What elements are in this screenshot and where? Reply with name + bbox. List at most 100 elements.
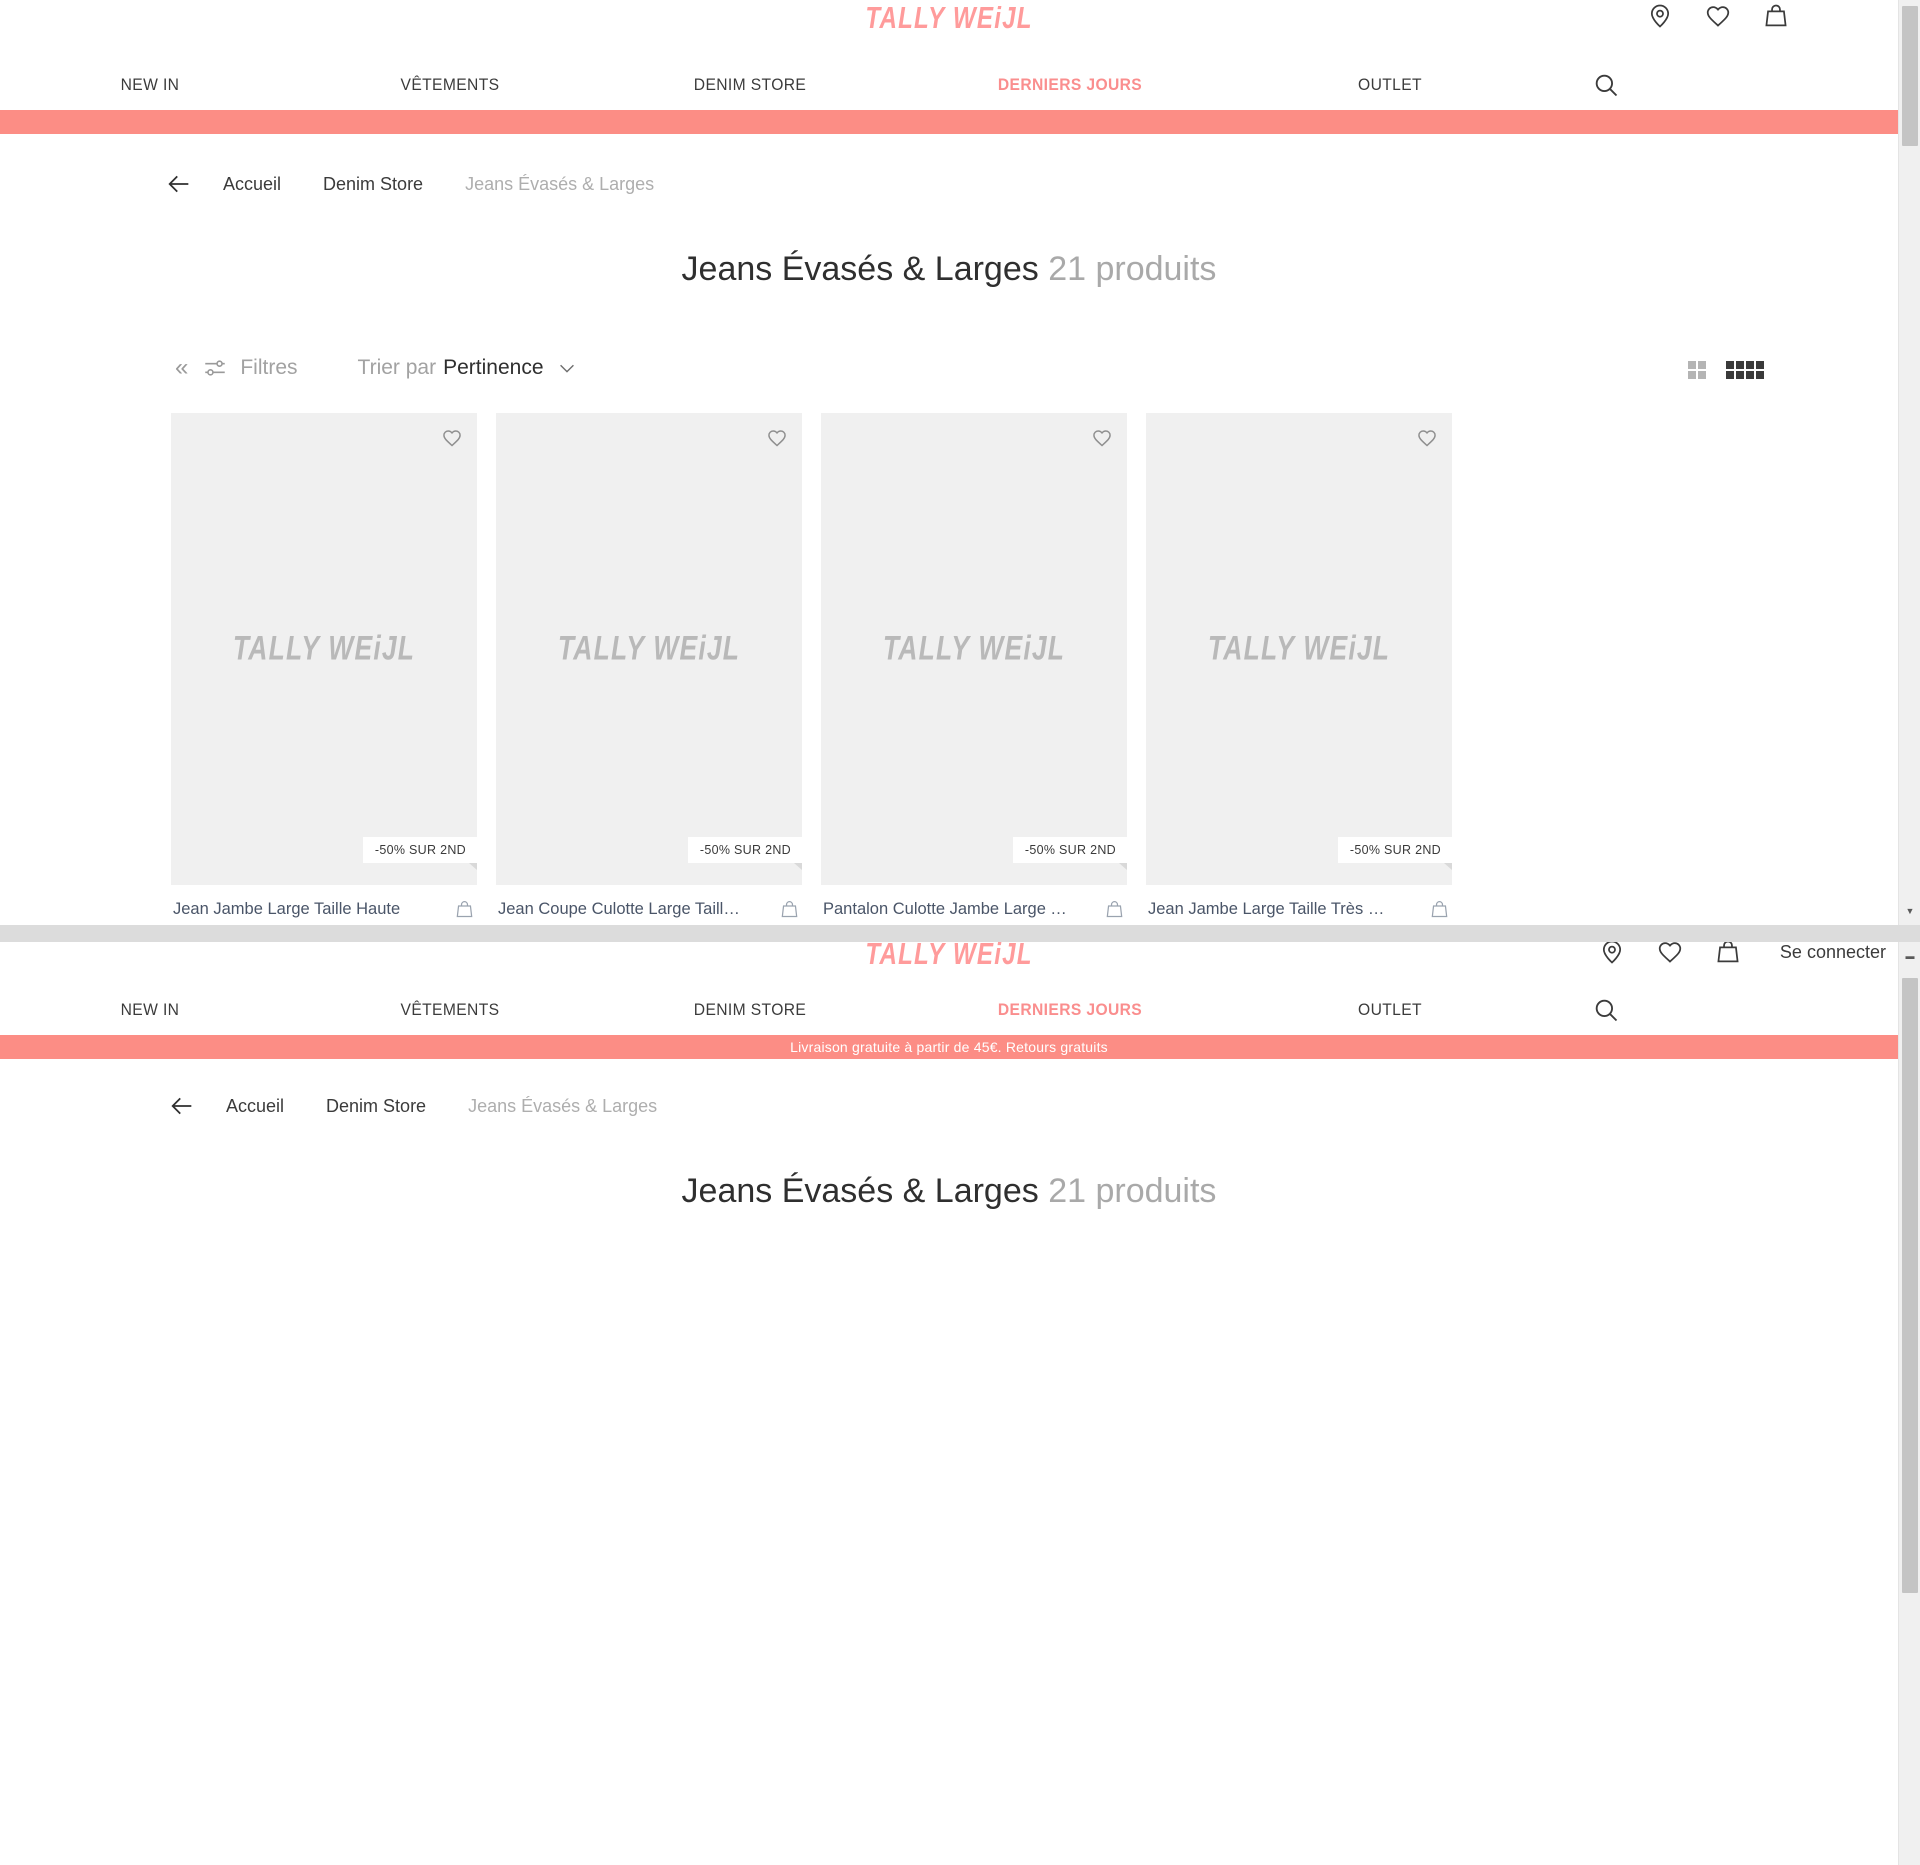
breadcrumb-item-denim-store[interactable]: Denim Store (323, 174, 423, 195)
store-locator-icon[interactable] (1646, 2, 1674, 30)
discount-badge: -50% SUR 2ND (1337, 837, 1452, 870)
discount-badge: -50% SUR 2ND (1012, 837, 1127, 870)
cart-icon[interactable] (1762, 2, 1790, 30)
product-grid-top: TALLY WEiJL -50% SUR 2ND Jean Jambe Larg… (171, 413, 1452, 920)
product-card[interactable]: TALLY WEiJL -50% SUR 2ND Jean Jambe Larg… (1146, 413, 1452, 920)
arrow-left-icon[interactable] (168, 1092, 196, 1120)
header-utility-icons (1646, 2, 1790, 30)
listing-toolbar-top: « Filtres Trier par Pertinence (0, 355, 1898, 395)
product-name[interactable]: Pantalon Culotte Jambe Large Taille Ha..… (823, 900, 1071, 919)
nav-item-outlet[interactable]: OUTLET (1252, 75, 1528, 95)
vertical-scrollbar-top[interactable]: ▼ (1898, 0, 1920, 925)
scrollbar-thumb[interactable] (1902, 6, 1918, 146)
discount-badge: -50% SUR 2ND (687, 837, 802, 870)
nav-item-vetements[interactable]: VÊTEMENTS (312, 1000, 588, 1020)
breadcrumb-item-accueil[interactable]: Accueil (223, 174, 281, 195)
heart-outline-icon[interactable] (766, 427, 788, 449)
breadcrumb-item-current: Jeans Évasés & Larges (465, 173, 655, 194)
product-card[interactable]: TALLY WEiJL -50% SUR 2ND Jean Coupe Culo… (496, 413, 802, 920)
nav-item-denim-store[interactable]: DENIM STORE (612, 75, 888, 95)
site-header-bottom: TALLY WEiJL Se connecter NEW IN VÊTEMENT… (0, 942, 1898, 1059)
brand-logo[interactable]: TALLY WEiJL (209, 942, 1689, 972)
page-title-text: Jeans Évasés & Larges (681, 1172, 1039, 1210)
viewport-top-placeholder-state: TALLY WEiJL NEW IN VÊTEMENTS DENIM STORE… (0, 0, 1920, 925)
product-name[interactable]: Jean Jambe Large Taille Très Haute (1148, 900, 1396, 919)
product-name[interactable]: Jean Coupe Culotte Large Taille Haute (498, 900, 746, 919)
shopping-bag-icon[interactable] (1429, 899, 1450, 920)
scroll-up-arrow-icon[interactable]: ▬ (1899, 946, 1920, 966)
search-icon[interactable] (1592, 996, 1620, 1024)
cart-icon[interactable] (1714, 942, 1742, 966)
nav-item-outlet[interactable]: OUTLET (1252, 1000, 1528, 1020)
breadcrumb-item-current: Jeans Évasés & Larges (468, 1095, 658, 1116)
page-title-top: Jeans Évasés & Larges 21 produits (0, 250, 1898, 289)
sort-prefix-label: Trier par (357, 356, 437, 379)
product-image-placeholder[interactable]: TALLY WEiJL -50% SUR 2ND (1146, 413, 1452, 885)
viewport-bottom-loaded-state: TALLY WEiJL Se connecter NEW IN VÊTEMENT… (0, 942, 1920, 1865)
search-icon[interactable] (1592, 71, 1620, 99)
main-navigation-bottom: NEW IN VÊTEMENTS DENIM STORE DERNIERS JO… (0, 990, 1898, 1030)
header-utility-icons: Se connecter (1598, 942, 1886, 966)
product-card-footer: Pantalon Culotte Jambe Large Taille Ha..… (821, 885, 1127, 920)
breadcrumb-top: Accueil Denim Store Jeans Évasés & Large… (165, 170, 654, 198)
grid-2-col-icon[interactable] (1688, 361, 1706, 379)
product-card-footer: Jean Jambe Large Taille Très Haute (1146, 885, 1452, 920)
brand-logo[interactable]: TALLY WEiJL (209, 0, 1689, 36)
heart-outline-icon[interactable] (441, 427, 463, 449)
product-image-placeholder[interactable]: TALLY WEiJL -50% SUR 2ND (821, 413, 1127, 885)
filters-label[interactable]: Filtres (240, 356, 297, 380)
product-image-placeholder[interactable]: TALLY WEiJL -50% SUR 2ND (496, 413, 802, 885)
product-image-placeholder[interactable]: TALLY WEiJL -50% SUR 2ND (171, 413, 477, 885)
view-mode-toggles-top (1688, 361, 1764, 379)
chevron-down-icon[interactable] (556, 357, 578, 379)
grid-4-col-icon[interactable] (1726, 361, 1764, 379)
vertical-scrollbar-bottom[interactable]: ▬ (1898, 942, 1920, 1865)
main-navigation-top: NEW IN VÊTEMENTS DENIM STORE DERNIERS JO… (0, 65, 1898, 105)
page-title-text: Jeans Évasés & Larges (681, 250, 1039, 288)
shopping-bag-icon[interactable] (1104, 899, 1125, 920)
product-count: 21 produits (1048, 250, 1217, 288)
breadcrumb-bottom: Accueil Denim Store Jeans Évasés & Large… (168, 1092, 657, 1120)
site-header-top: TALLY WEiJL NEW IN VÊTEMENTS DENIM STORE… (0, 0, 1898, 134)
nav-item-derniers-jours[interactable]: DERNIERS JOURS (914, 1000, 1227, 1020)
wishlist-icon[interactable] (1656, 942, 1684, 966)
discount-badge: -50% SUR 2ND (362, 837, 477, 870)
scroll-down-arrow-icon[interactable]: ▼ (1899, 901, 1920, 921)
store-locator-icon[interactable] (1598, 942, 1626, 966)
page-title-bottom: Jeans Évasés & Larges 21 produits (0, 1172, 1898, 1211)
sort-selected-value[interactable]: Pertinence (443, 356, 543, 380)
placeholder-brand-text: TALLY WEiJL (1207, 629, 1391, 668)
product-name[interactable]: Jean Jambe Large Taille Haute (173, 900, 400, 919)
wishlist-icon[interactable] (1704, 2, 1732, 30)
scrollbar-thumb[interactable] (1902, 978, 1918, 1593)
placeholder-brand-text: TALLY WEiJL (557, 629, 741, 668)
shopping-bag-icon[interactable] (454, 899, 475, 920)
promo-banner-text: Livraison gratuite à partir de 45€. Reto… (790, 1039, 1108, 1055)
viewport-divider (0, 925, 1920, 942)
breadcrumb-item-denim-store[interactable]: Denim Store (326, 1096, 426, 1117)
filter-sliders-icon[interactable] (202, 355, 228, 381)
product-card[interactable]: TALLY WEiJL -50% SUR 2ND Pantalon Culott… (821, 413, 1127, 920)
product-card-footer: Jean Jambe Large Taille Haute (171, 885, 477, 920)
product-card-footer: Jean Coupe Culotte Large Taille Haute (496, 885, 802, 920)
shopping-bag-icon[interactable] (779, 899, 800, 920)
nav-item-denim-store[interactable]: DENIM STORE (612, 1000, 888, 1020)
placeholder-brand-text: TALLY WEiJL (882, 629, 1066, 668)
toolbar-left-group: « Filtres Trier par Pertinence (175, 355, 578, 381)
promo-banner-top (0, 110, 1898, 134)
nav-item-vetements[interactable]: VÊTEMENTS (312, 75, 588, 95)
signin-link[interactable]: Se connecter (1780, 942, 1886, 963)
arrow-left-icon[interactable] (165, 170, 193, 198)
nav-item-new-in[interactable]: NEW IN (12, 1000, 288, 1020)
nav-item-new-in[interactable]: NEW IN (12, 75, 288, 95)
breadcrumb-item-accueil[interactable]: Accueil (226, 1096, 284, 1117)
chevron-double-left-icon[interactable]: « (175, 356, 188, 380)
nav-item-derniers-jours[interactable]: DERNIERS JOURS (914, 75, 1227, 95)
promo-banner-bottom: Livraison gratuite à partir de 45€. Reto… (0, 1035, 1898, 1059)
product-count: 21 produits (1048, 1172, 1217, 1210)
product-card[interactable]: TALLY WEiJL -50% SUR 2ND Jean Jambe Larg… (171, 413, 477, 920)
heart-outline-icon[interactable] (1091, 427, 1113, 449)
placeholder-brand-text: TALLY WEiJL (232, 629, 416, 668)
browser-screenshot: TALLY WEiJL NEW IN VÊTEMENTS DENIM STORE… (0, 0, 1920, 1865)
heart-outline-icon[interactable] (1416, 427, 1438, 449)
